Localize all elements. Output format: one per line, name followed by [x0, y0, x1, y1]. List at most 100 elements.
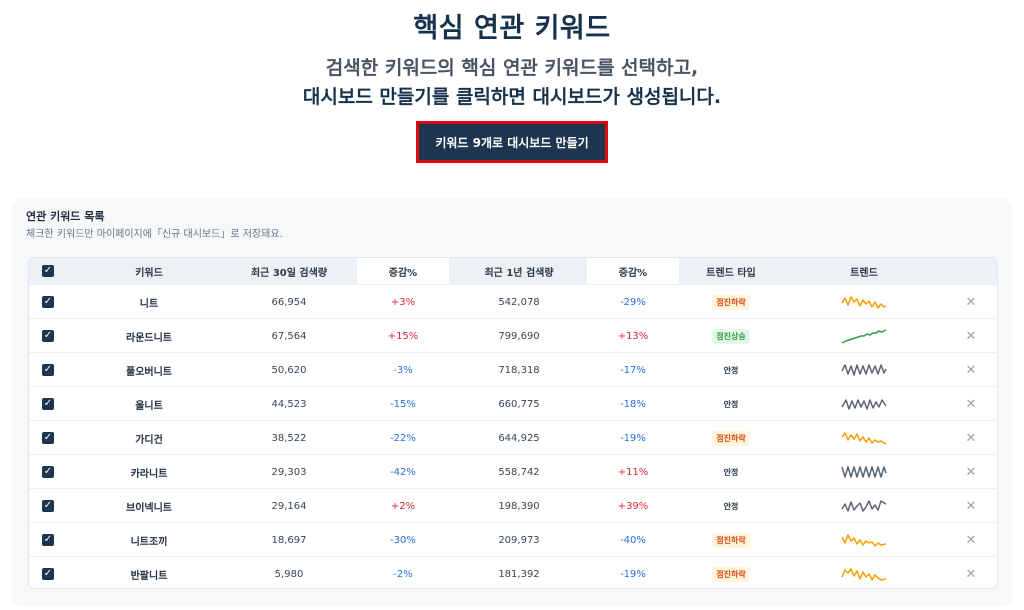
trend-sparkline-cell [819, 455, 909, 489]
trend-type-cell: 안정 [679, 353, 783, 387]
trend-sparkline [841, 466, 887, 478]
header-keyword: 키워드 [135, 267, 163, 279]
recent30-cell: 38,522 [271, 432, 307, 444]
trend-type-cell: 안정 [679, 455, 783, 489]
remove-keyword-icon[interactable]: ✕ [966, 295, 977, 310]
remove-row-cell: ✕ [949, 421, 993, 455]
trend-sparkline-path [841, 466, 887, 478]
trend-sparkline-path [841, 568, 887, 581]
header-trend: 트렌드 [850, 267, 878, 279]
remove-keyword-icon[interactable]: ✕ [966, 567, 977, 582]
remove-keyword-icon[interactable]: ✕ [966, 431, 977, 446]
trend-sparkline-path [841, 399, 887, 410]
remove-row-cell: ✕ [949, 523, 993, 557]
create-dashboard-button[interactable]: 키워드 9개로 대시보드 만들기 [419, 124, 605, 160]
row-checkbox[interactable]: ✓ [42, 398, 54, 410]
related-keywords-panel: 연관 키워드 목록 체크한 키워드만 마이페이지에「신규 대시보드」로 저장돼요… [12, 198, 1012, 606]
header-recent30: 최근 30일 검색량 [250, 267, 328, 279]
row-checkbox[interactable]: ✓ [42, 466, 54, 478]
table-row: ✓ 라운드니트 67,564 +15% 799,690 +13% 점진상승 ✕ [29, 318, 997, 353]
change1y-cell: -29% [620, 296, 646, 308]
trend-sparkline-path [841, 500, 887, 512]
table-row: ✓ 울니트 44,523 -15% 660,775 -18% 안정 ✕ [29, 386, 997, 421]
remove-row-cell: ✕ [949, 489, 993, 523]
header-change1y: 증감% [618, 267, 648, 279]
trend-sparkline [841, 364, 887, 376]
trend-sparkline-cell [819, 421, 909, 455]
change30-cell: -30% [390, 534, 416, 546]
remove-keyword-icon[interactable]: ✕ [966, 533, 977, 548]
row-checkbox[interactable]: ✓ [42, 330, 54, 342]
recent1y-cell: 718,318 [498, 364, 540, 376]
trend-sparkline-path [841, 432, 887, 445]
trend-sparkline-path [841, 329, 887, 344]
remove-keyword-icon[interactable]: ✕ [966, 397, 977, 412]
row-checkbox[interactable]: ✓ [42, 568, 54, 580]
change1y-cell: -17% [620, 364, 646, 376]
remove-keyword-icon[interactable]: ✕ [966, 465, 977, 480]
keyword-cell: 라운드니트 [126, 332, 172, 344]
row-checkbox[interactable]: ✓ [42, 534, 54, 546]
trend-sparkline [841, 568, 887, 581]
remove-keyword-icon[interactable]: ✕ [966, 499, 977, 514]
remove-keyword-icon[interactable]: ✕ [966, 363, 977, 378]
trend-sparkline [841, 500, 887, 512]
keyword-cell: 울니트 [135, 400, 163, 412]
recent30-cell: 44,523 [271, 398, 307, 410]
trend-type-cell: 안정 [679, 387, 783, 421]
keyword-table: ✓ 키워드 최근 30일 검색량 증감% 최근 1년 검색량 증감% 트렌드 타… [28, 257, 998, 589]
change1y-cell: -19% [620, 432, 646, 444]
recent1y-cell: 558,742 [498, 466, 540, 478]
remove-keyword-icon[interactable]: ✕ [966, 329, 977, 344]
change30-cell: -15% [390, 398, 416, 410]
row-checkbox-cell: ✓ [29, 421, 67, 455]
trend-type-badge: 점진하락 [712, 294, 750, 310]
row-checkbox[interactable]: ✓ [42, 296, 54, 308]
change30-cell: -3% [393, 364, 413, 376]
table-row: ✓ 카라니트 29,303 -42% 558,742 +11% 안정 ✕ [29, 454, 997, 489]
change30-cell: -42% [390, 466, 416, 478]
keyword-cell: 니트 [139, 298, 159, 310]
row-checkbox-cell: ✓ [29, 319, 67, 353]
row-checkbox-cell: ✓ [29, 557, 67, 588]
table-row: ✓ 가디건 38,522 -22% 644,925 -19% 점진하락 ✕ [29, 420, 997, 455]
row-checkbox[interactable]: ✓ [42, 500, 54, 512]
change1y-cell: +11% [617, 466, 649, 478]
panel-description: 체크한 키워드만 마이페이지에「신규 대시보드」로 저장돼요. [26, 229, 283, 240]
recent1y-cell: 799,690 [498, 330, 540, 342]
trend-type-badge: 점진하락 [712, 430, 750, 446]
table-row: ✓ 니트조끼 18,697 -30% 209,973 -40% 점진하락 ✕ [29, 522, 997, 557]
trend-sparkline-path [841, 296, 887, 309]
select-all-checkbox[interactable]: ✓ [42, 265, 54, 277]
trend-sparkline [841, 296, 887, 309]
table-row: ✓ 니트 66,954 +3% 542,078 -29% 점진하락 ✕ [29, 284, 997, 319]
remove-row-cell: ✕ [949, 285, 993, 319]
trend-sparkline [841, 432, 887, 445]
recent30-cell: 66,954 [271, 296, 307, 308]
trend-type-cell: 점진상승 [679, 319, 783, 353]
trend-type-cell: 점진하락 [679, 557, 783, 588]
recent30-cell: 5,980 [274, 568, 304, 580]
remove-row-cell: ✕ [949, 455, 993, 489]
remove-row-cell: ✕ [949, 557, 993, 588]
change30-cell: -2% [393, 568, 413, 580]
recent1y-cell: 209,973 [498, 534, 540, 546]
trend-type-badge: 안정 [723, 501, 739, 511]
trend-type-cell: 점진하락 [679, 285, 783, 319]
trend-type-cell: 점진하락 [679, 421, 783, 455]
remove-row-cell: ✕ [949, 319, 993, 353]
row-checkbox[interactable]: ✓ [42, 432, 54, 444]
recent30-cell: 67,564 [271, 330, 307, 342]
trend-type-badge: 안정 [723, 365, 739, 375]
row-checkbox-cell: ✓ [29, 387, 67, 421]
recent1y-cell: 198,390 [498, 500, 540, 512]
trend-sparkline-path [841, 534, 887, 547]
change1y-cell: -18% [620, 398, 646, 410]
trend-type-cell: 점진하락 [679, 523, 783, 557]
create-dashboard-button-highlight: 키워드 9개로 대시보드 만들기 [416, 121, 608, 163]
row-checkbox[interactable]: ✓ [42, 364, 54, 376]
remove-row-cell: ✕ [949, 353, 993, 387]
row-checkbox-cell: ✓ [29, 353, 67, 387]
trend-sparkline [841, 534, 887, 547]
recent30-cell: 18,697 [271, 534, 307, 546]
